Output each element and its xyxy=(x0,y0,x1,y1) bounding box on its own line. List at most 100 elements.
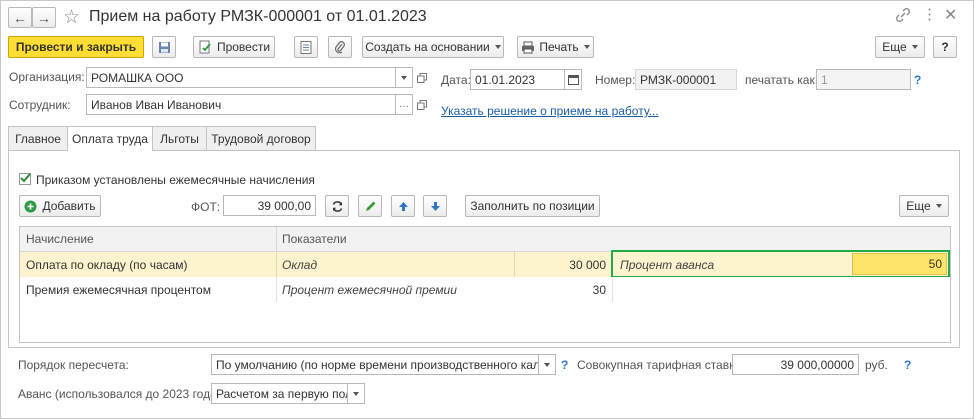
calendar-button[interactable] xyxy=(564,69,582,90)
print-as-help-icon[interactable]: ? xyxy=(914,73,921,87)
back-button[interactable]: ← xyxy=(8,7,32,28)
print-as-label: печатать как: xyxy=(745,73,819,87)
table-more-dropdown[interactable]: Еще xyxy=(899,195,949,217)
favorite-star-icon[interactable]: ☆ xyxy=(63,6,80,29)
paperclip-icon xyxy=(334,41,345,54)
employee-field[interactable]: Иванов Иван Иванович xyxy=(86,94,396,115)
total-tariff-field[interactable]: 39 000,00000 xyxy=(732,354,859,375)
tab-payment[interactable]: Оплата труда xyxy=(67,126,153,151)
column-divider xyxy=(514,252,515,277)
organization-dropdown-button[interactable] xyxy=(395,67,413,88)
tab-employment-contract[interactable]: Трудовой договор xyxy=(206,126,316,150)
organization-label: Организация: xyxy=(9,70,85,84)
accrual-name[interactable]: Оплата по окладу (по часам) xyxy=(26,252,188,277)
fot-label: ФОТ: xyxy=(191,200,221,214)
more-vertical-icon[interactable]: ⋮ xyxy=(922,5,937,23)
document-window: ← → ☆ Прием на работу РМЗК-000001 от 01.… xyxy=(0,0,974,419)
advance-dropdown[interactable] xyxy=(347,383,365,404)
arrow-up-icon xyxy=(398,201,408,211)
chevron-down-icon xyxy=(494,45,501,49)
arrow-down-icon xyxy=(430,201,440,211)
create-based-on-dropdown[interactable]: Создать на основании xyxy=(362,36,504,58)
specify-hiring-decision-link[interactable]: Указать решение о приеме на работу... xyxy=(441,104,659,118)
tab-main[interactable]: Главное xyxy=(8,126,68,150)
total-tariff-label: Совокупная тарифная ставка: xyxy=(577,358,745,372)
indicator-value[interactable]: 30 xyxy=(516,277,606,302)
refresh-icon xyxy=(332,200,342,212)
arrow-right-icon: → xyxy=(37,9,51,26)
more-actions-label: Еще xyxy=(882,40,907,54)
add-accrual-button[interactable]: Добавить xyxy=(19,195,101,217)
refresh-button[interactable] xyxy=(325,195,349,217)
employee-open-button[interactable] xyxy=(413,94,430,115)
fot-field[interactable]: 39 000,00 xyxy=(223,195,316,216)
forward-button[interactable]: → xyxy=(32,7,56,28)
post-and-close-button[interactable]: Провести и закрыть xyxy=(8,36,144,58)
indicator-name[interactable]: Оклад xyxy=(282,252,317,277)
save-button[interactable] xyxy=(152,36,176,58)
chevron-down-icon xyxy=(544,362,550,367)
monthly-accruals-label: Приказом установлены ежемесячные начисле… xyxy=(36,173,315,187)
chevron-down-icon xyxy=(911,45,918,49)
accruals-table: Начисление Показатели Оплата по окладу (… xyxy=(19,226,951,343)
advance-label: Аванс (использовался до 2023 года): xyxy=(18,387,225,401)
column-divider xyxy=(276,252,277,277)
fill-by-position-button[interactable]: Заполнить по позиции xyxy=(465,195,600,217)
organization-field[interactable]: РОМАШКА ООО xyxy=(86,67,396,88)
organization-open-button[interactable] xyxy=(413,67,430,88)
indicator-name[interactable]: Процент ежемесячной премии xyxy=(282,277,457,302)
column-divider xyxy=(276,277,277,302)
chevron-down-icon xyxy=(935,204,942,208)
help-button[interactable]: ? xyxy=(933,36,957,58)
create-based-on-label: Создать на основании xyxy=(365,40,490,54)
more-actions-dropdown[interactable]: Еще xyxy=(875,36,925,58)
move-down-button[interactable] xyxy=(423,195,447,217)
chevron-down-icon xyxy=(583,45,590,49)
open-window-icon xyxy=(416,72,427,83)
employee-select-button[interactable]: … xyxy=(395,94,413,115)
column-header-indicators: Показатели xyxy=(282,232,347,246)
employee-label: Сотрудник: xyxy=(9,98,71,112)
column-header-accrual: Начисление xyxy=(26,232,94,246)
checkmark-icon xyxy=(20,173,31,183)
post-document-icon xyxy=(199,40,211,54)
column-divider xyxy=(612,277,613,302)
edit-button[interactable] xyxy=(358,195,382,217)
monthly-accruals-checkbox[interactable] xyxy=(19,173,31,185)
print-label: Печать xyxy=(539,40,579,54)
chevron-down-icon xyxy=(353,391,359,396)
table-more-label: Еще xyxy=(906,199,931,213)
document-list-button[interactable] xyxy=(294,36,318,58)
attachments-button[interactable] xyxy=(328,36,352,58)
advance-percent-value[interactable]: 50 xyxy=(852,253,947,275)
printer-icon xyxy=(522,41,535,53)
date-field[interactable]: 01.01.2023 xyxy=(470,69,566,90)
tab-benefits[interactable]: Льготы xyxy=(152,126,207,150)
add-circle-icon xyxy=(24,200,37,212)
recalculation-help-icon[interactable]: ? xyxy=(561,358,568,372)
advance-field[interactable]: Расчетом за первую половину месяца xyxy=(211,383,348,404)
window-title: Прием на работу РМЗК-000001 от 01.01.202… xyxy=(89,8,427,25)
print-dropdown[interactable]: Печать xyxy=(517,36,594,58)
indicator-value[interactable]: 30 000 xyxy=(516,252,606,277)
calendar-icon xyxy=(567,75,579,85)
date-label: Дата: xyxy=(441,73,471,87)
close-icon[interactable]: ✕ xyxy=(944,5,957,25)
post-button[interactable]: Провести xyxy=(193,36,275,58)
table-header xyxy=(20,227,950,252)
chevron-down-icon xyxy=(401,75,407,80)
column-divider xyxy=(276,227,277,251)
accrual-name[interactable]: Премия ежемесячная процентом xyxy=(26,277,211,302)
link-icon[interactable] xyxy=(896,8,910,25)
advance-percent-indicator[interactable]: Процент аванса xyxy=(620,252,714,277)
print-as-placeholder: 1 xyxy=(821,72,828,87)
print-as-field[interactable]: 1 xyxy=(816,69,911,90)
recalculation-order-dropdown[interactable] xyxy=(538,354,556,375)
list-icon xyxy=(300,40,312,54)
move-up-button[interactable] xyxy=(391,195,415,217)
number-label: Номер: xyxy=(595,73,636,87)
recalculation-order-field[interactable]: По умолчанию (по норме времени производс… xyxy=(211,354,539,375)
total-tariff-help-icon[interactable]: ? xyxy=(904,358,911,372)
add-accrual-label: Добавить xyxy=(42,199,96,213)
number-field[interactable]: РМЗК-000001 xyxy=(635,69,737,90)
